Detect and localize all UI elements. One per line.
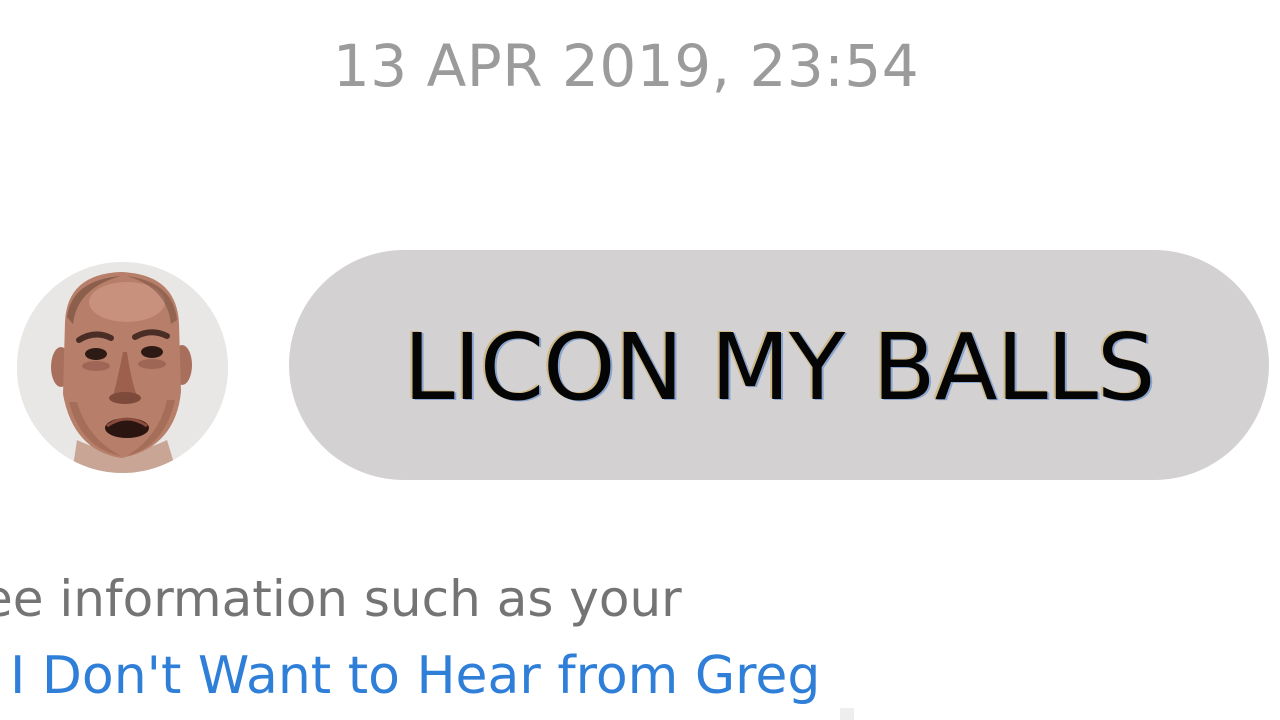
greg-preferences-link[interactable]: I Don't Want to Hear from Greg [10,642,820,710]
chat-screen: 13 APR 2019, 23:54 LICON MY BALLS ee inf… [0,0,1280,720]
message-bubble[interactable]: LICON MY BALLS [289,250,1269,480]
sender-avatar[interactable] [17,262,228,473]
message-timestamp: 13 APR 2019, 23:54 [332,32,920,100]
message-text: LICON MY BALLS [403,314,1156,421]
avatar-photo-icon [17,262,228,473]
info-text: ee information such as your [0,570,682,628]
decorative-speck [840,708,854,720]
